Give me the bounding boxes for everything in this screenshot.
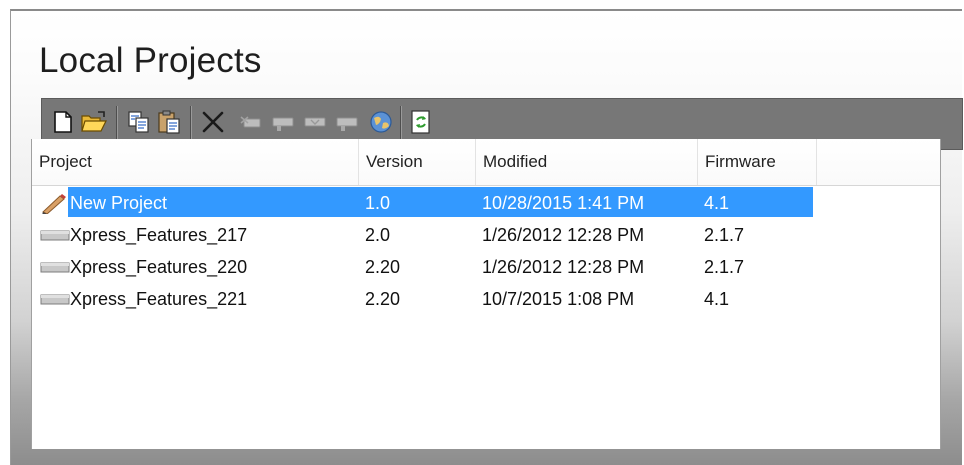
refresh-icon (408, 109, 434, 135)
refresh-button[interactable] (408, 109, 434, 135)
device-icon (40, 290, 70, 313)
paste-icon (156, 109, 182, 135)
project-firmware: 2.1.7 (704, 225, 745, 245)
device-link-icon (334, 109, 360, 135)
project-name: Xpress_Features_217 (70, 225, 248, 245)
project-firmware: 2.1.7 (704, 257, 745, 277)
column-header-project[interactable]: Project (32, 139, 359, 185)
page-title: Local Projects (39, 41, 262, 80)
delete-button[interactable] (200, 109, 226, 135)
export-device-button[interactable] (270, 109, 296, 135)
toolbar-separator (116, 106, 118, 142)
toolbar-separator (400, 106, 402, 142)
device-sync-button[interactable] (302, 109, 328, 135)
project-version: 2.0 (365, 225, 391, 245)
project-modified: 10/7/2015 1:08 PM (482, 289, 635, 309)
project-modified: 1/26/2012 12:28 PM (482, 257, 645, 277)
copy-icon (126, 109, 152, 135)
device-link-button[interactable] (334, 109, 360, 135)
copy-button[interactable] (126, 109, 152, 135)
device-export-icon (270, 109, 296, 135)
project-firmware: 4.1 (704, 289, 730, 309)
open-folder-icon (80, 109, 107, 135)
device-icon (40, 258, 70, 281)
project-version: 2.20 (365, 257, 401, 277)
table-row[interactable]: New Project 1.0 10/28/2015 1:41 PM 4.1 (32, 187, 940, 219)
selection-highlight (68, 187, 813, 217)
globe-icon (368, 109, 394, 135)
project-name: Xpress_Features_220 (70, 257, 248, 277)
open-project-button[interactable] (80, 109, 107, 135)
new-project-button[interactable] (50, 109, 76, 135)
device-import-icon (238, 109, 264, 135)
table-row[interactable]: Xpress_Features_221 2.20 10/7/2015 1:08 … (32, 283, 940, 315)
project-version: 2.20 (365, 289, 401, 309)
project-version: 1.0 (365, 193, 391, 213)
column-header-modified[interactable]: Modified (476, 139, 698, 185)
web-button[interactable] (368, 109, 394, 135)
column-header-firmware[interactable]: Firmware (698, 139, 817, 185)
column-header-version[interactable]: Version (359, 139, 476, 185)
table-row[interactable]: Xpress_Features_220 2.20 1/26/2012 12:28… (32, 251, 940, 283)
toolbar-separator (190, 106, 192, 142)
table-row[interactable]: Xpress_Features_217 2.0 1/26/2012 12:28 … (32, 219, 940, 251)
import-device-button[interactable] (238, 109, 264, 135)
list-header: Project Version Modified Firmware (32, 139, 940, 186)
projects-list: Project Version Modified Firmware New Pr… (31, 139, 941, 449)
project-modified: 10/28/2015 1:41 PM (482, 193, 645, 213)
project-name: Xpress_Features_221 (70, 289, 248, 309)
project-firmware: 4.1 (704, 193, 730, 213)
device-sync-icon (302, 109, 328, 135)
new-document-icon (50, 109, 76, 135)
delete-x-icon (200, 109, 226, 135)
device-icon (40, 226, 70, 249)
paste-button[interactable] (156, 109, 182, 135)
project-name: New Project (70, 193, 168, 213)
pencil-icon (40, 194, 68, 219)
project-modified: 1/26/2012 12:28 PM (482, 225, 645, 245)
